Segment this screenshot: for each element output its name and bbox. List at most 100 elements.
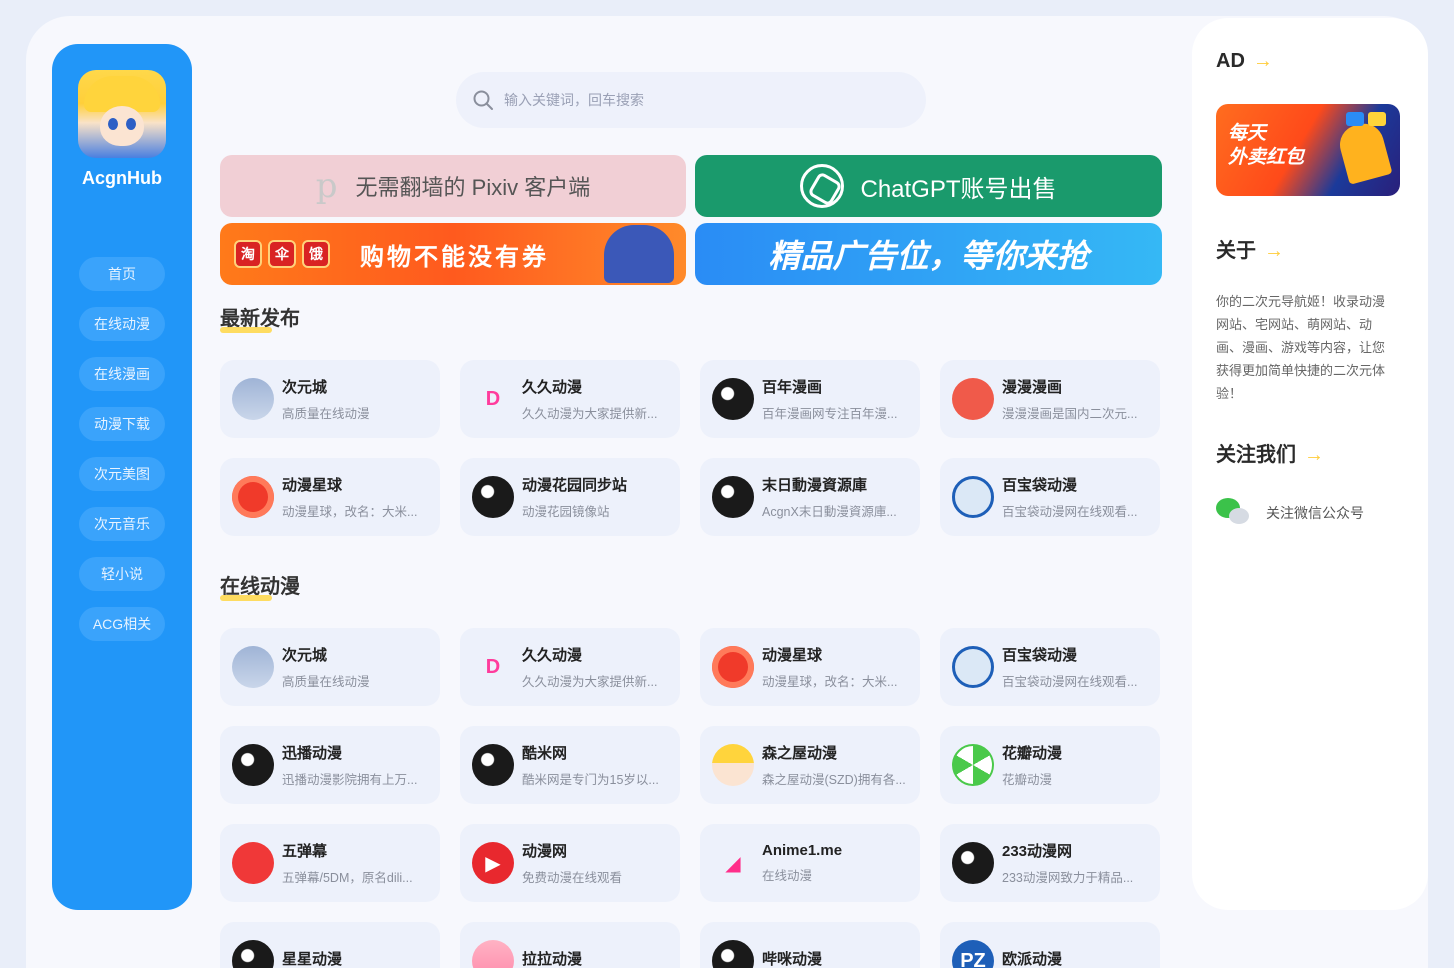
site-name: 花瓣动漫 [1002, 745, 1063, 762]
site-card[interactable]: 五弹幕 五弹幕/5DM，原名dili... [220, 824, 440, 902]
ad-figure [1335, 119, 1393, 185]
site-card-text: 久久动漫久久动漫为大家提供新... [522, 376, 672, 422]
site-card[interactable]: 迅播动漫 迅播动漫影院拥有上万... [220, 726, 440, 804]
sidebar-item-anime-download[interactable]: 动漫下载 [79, 407, 165, 441]
site-description: 在线动漫 [762, 869, 813, 883]
site-name: 动漫网 [522, 843, 568, 860]
arrow-right-icon: → [1264, 240, 1284, 262]
ad-image-takeout[interactable]: 每天 外卖红包 [1216, 104, 1400, 196]
section-title-latest: 最新发布 [220, 302, 300, 333]
banner-ad-slot[interactable]: 精品广告位，等你来抢 [695, 223, 1162, 285]
umbrella-icon: 伞 [268, 240, 296, 268]
site-card[interactable]: ◢ Anime1.me 在线动漫 [700, 824, 920, 902]
banner-pixiv[interactable]: p 无需翻墙的 Pixiv 客户端 [220, 155, 686, 217]
sidebar-item-music[interactable]: 次元音乐 [79, 507, 165, 541]
site-description: 百年漫画网专注百年漫... [762, 407, 898, 421]
site-description: 高质量在线动漫 [282, 675, 370, 689]
sidebar-item-art[interactable]: 次元美图 [79, 457, 165, 491]
planet-icon [232, 476, 274, 518]
search-bar[interactable] [456, 72, 926, 128]
site-card[interactable]: 森之屋动漫 森之屋动漫(SZD)拥有各... [700, 726, 920, 804]
site-card[interactable]: 哔咪动漫 [700, 922, 920, 968]
rainbow-icon [232, 842, 274, 884]
site-card[interactable]: 动漫星球动漫星球，改名：大米... [700, 628, 920, 706]
play-icon: ▶ [472, 842, 514, 884]
site-description: 动漫花园镜像站 [522, 505, 610, 519]
pixiv-logo-icon: p [315, 166, 338, 206]
site-name: 漫漫漫画 [1002, 379, 1063, 396]
site-description: 久久动漫为大家提供新... [522, 407, 658, 421]
site-card[interactable]: 百年漫画 百年漫画网专注百年漫... [700, 360, 920, 438]
banner-shopping[interactable]: 淘 伞 饿 购物不能没有券 [220, 223, 686, 285]
site-card-text: 酷米网 酷米网是专门为15岁以... [522, 742, 672, 788]
site-name: 百宝袋动漫 [1002, 477, 1078, 494]
site-card-text: 动漫花园同步站 动漫花园镜像站 [522, 474, 672, 520]
site-card[interactable]: ▶ 动漫网免费动漫在线观看 [460, 824, 680, 902]
gift-icon [952, 378, 994, 420]
sidebar-item-online-anime[interactable]: 在线动漫 [79, 307, 165, 341]
anime-icon [232, 378, 274, 420]
site-name: 动漫星球 [282, 477, 343, 494]
site-card-text: 漫漫漫画 漫漫漫画是国内二次元... [1002, 376, 1152, 422]
site-name: 酷米网 [522, 745, 568, 762]
site-card[interactable]: 次元城 高质量在线动漫 [220, 360, 440, 438]
about-heading: 关于 → [1216, 234, 1284, 263]
site-description: 免费动漫在线观看 [522, 871, 623, 885]
site-card[interactable]: 拉拉动漫 [460, 922, 680, 968]
banner-ad-slot-text: 精品广告位，等你来抢 [768, 238, 1089, 274]
logo-avatar[interactable] [78, 70, 166, 158]
site-name: 233动漫网 [1002, 843, 1073, 860]
site-card[interactable]: 酷米网 酷米网是专门为15岁以... [460, 726, 680, 804]
search-input[interactable] [504, 92, 884, 108]
globe-icon [712, 476, 754, 518]
girl-icon [712, 744, 754, 786]
site-card[interactable]: 末日動漫資源庫 AcgnX末日動漫資源庫... [700, 458, 920, 536]
ad-badge-icon [1346, 112, 1364, 126]
site-description: 森之屋动漫(SZD)拥有各... [762, 773, 906, 787]
site-card[interactable]: 动漫星球 动漫星球，改名：大米... [220, 458, 440, 536]
site-card[interactable]: 漫漫漫画 漫漫漫画是国内二次元... [940, 360, 1160, 438]
site-card[interactable]: 百宝袋动漫百宝袋动漫网在线观看... [940, 628, 1160, 706]
site-card[interactable]: 动漫花园同步站 动漫花园镜像站 [460, 458, 680, 536]
site-name: 迅播动漫 [282, 745, 343, 762]
search-icon [473, 90, 493, 110]
site-card[interactable]: PZ 欧派动漫 [940, 922, 1160, 968]
site-card[interactable]: 花瓣动漫 花瓣动漫 [940, 726, 1160, 804]
follow-heading: 关注我们 → [1216, 438, 1324, 467]
site-name: 久久动漫 [522, 379, 583, 396]
globe-icon [712, 378, 754, 420]
banner-chatgpt[interactable]: ChatGPT账号出售 [695, 155, 1162, 217]
banner-shopping-text: 购物不能没有券 [360, 243, 549, 271]
about-text: 你的二次元导航姬！收录动漫网站、宅网站、萌网站、动画、漫画、游戏等内容，让您获得… [1216, 294, 1386, 401]
site-name: 百宝袋动漫 [1002, 647, 1078, 664]
pinkA-icon: ◢ [725, 852, 741, 875]
site-description: 动漫星球，改名：大米... [762, 675, 898, 689]
globe-icon [232, 940, 274, 968]
site-card-text: 百宝袋动漫百宝袋动漫网在线观看... [1002, 644, 1152, 690]
follow-wechat[interactable]: 关注微信公众号 [1216, 498, 1364, 528]
site-card[interactable]: D 久久动漫 久久动漫为大家提供新... [460, 628, 680, 706]
site-card[interactable]: 233动漫网 233动漫网致力于精品... [940, 824, 1160, 902]
sidebar-item-online-manga[interactable]: 在线漫画 [79, 357, 165, 391]
wechat-icon [1216, 498, 1252, 528]
sidebar-item-acg[interactable]: ACG相关 [79, 607, 165, 641]
globe-icon [472, 744, 514, 786]
globe-icon [712, 940, 754, 968]
site-card-text: Anime1.me 在线动漫 [762, 842, 912, 884]
ad-image-text: 每天 外卖红包 [1228, 122, 1304, 170]
site-name: 动漫星球 [762, 647, 823, 664]
site-card-text: 拉拉动漫 [522, 948, 672, 968]
ad-heading: AD → [1216, 50, 1273, 73]
banner-chatgpt-text: ChatGPT账号出售 [860, 175, 1057, 203]
site-card[interactable]: 星星动漫 [220, 922, 440, 968]
site-card[interactable]: 百宝袋动漫 百宝袋动漫网在线观看... [940, 458, 1160, 536]
site-card[interactable]: D 久久动漫 久久动漫为大家提供新... [460, 360, 680, 438]
about-title: 关于 [1216, 240, 1256, 262]
site-description: 百宝袋动漫网在线观看... [1002, 675, 1138, 689]
sidebar-item-light-novel[interactable]: 轻小说 [79, 557, 165, 591]
site-card[interactable]: 次元城 高质量在线动漫 [220, 628, 440, 706]
sidebar-item-home[interactable]: 首页 [79, 257, 165, 291]
ad-image-line-2: 外卖红包 [1228, 147, 1305, 168]
site-description: AcgnX末日動漫資源庫... [762, 505, 897, 519]
brand-name[interactable]: AcgnHub [82, 168, 162, 189]
